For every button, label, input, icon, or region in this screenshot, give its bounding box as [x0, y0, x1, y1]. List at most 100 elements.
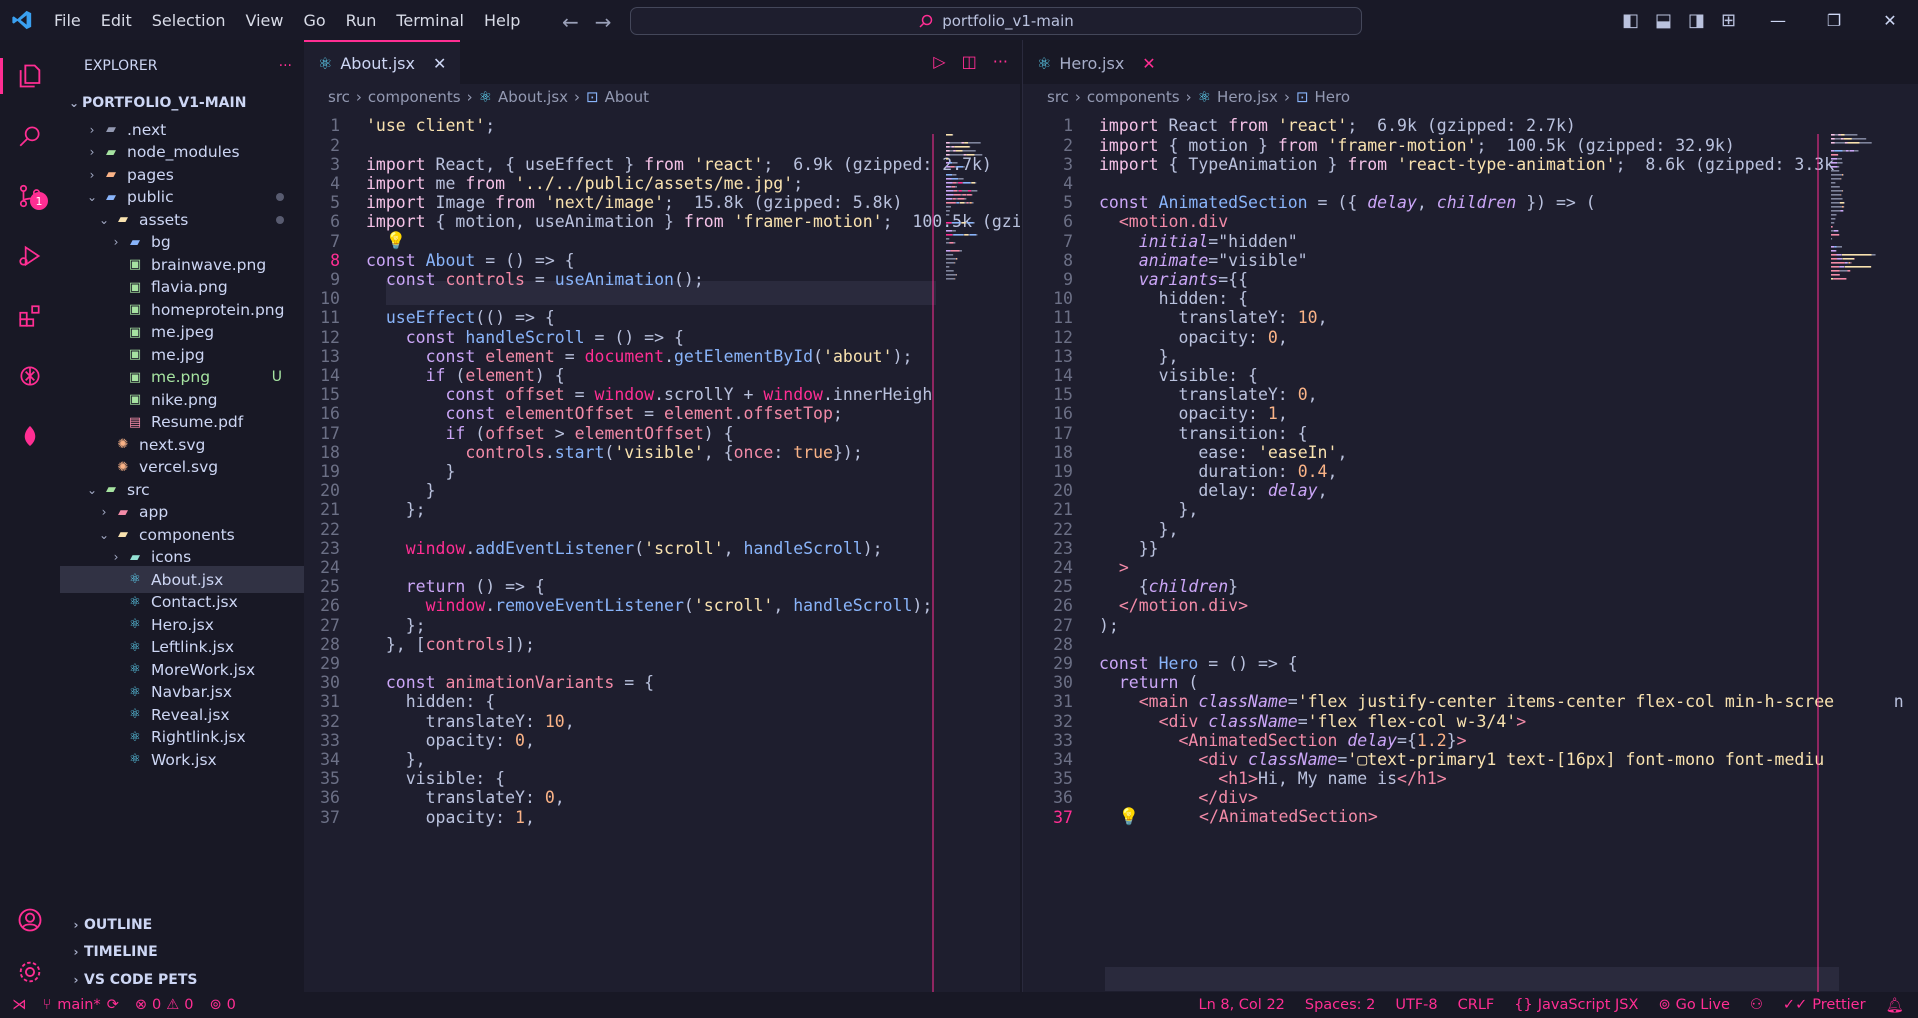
- line-endings[interactable]: CRLF: [1458, 997, 1495, 1014]
- editor-group-left: ⚛ About.jsx ✕ ▷ ◫ ··· src › components › ⚛ Ab…: [304, 40, 1020, 992]
- menu-file[interactable]: File: [44, 11, 91, 30]
- cursor-position[interactable]: Ln 8, Col 22: [1198, 997, 1284, 1014]
- ports-count: 0: [226, 997, 236, 1013]
- tree-label: flavia.png: [151, 278, 228, 296]
- menu-run[interactable]: Run: [336, 11, 387, 30]
- minimap-mark: [1839, 270, 1848, 272]
- minimap-mark: [1834, 246, 1837, 248]
- menu-selection[interactable]: Selection: [142, 11, 236, 30]
- tab-hero-jsx[interactable]: ⚛ Hero.jsx ✕: [1023, 40, 1170, 84]
- minimap-mark: [958, 178, 964, 180]
- minimap-mark: [968, 202, 970, 204]
- account-icon[interactable]: [12, 902, 48, 938]
- breadcrumb-item[interactable]: components: [368, 88, 461, 106]
- close-icon[interactable]: ✕: [1142, 54, 1155, 73]
- code-area-right[interactable]: 1 import React from 'react'; 6.9k (gzippe…: [1023, 110, 1918, 992]
- menu-help[interactable]: Help: [474, 11, 530, 30]
- minimap-mark: [962, 150, 976, 152]
- branch-item[interactable]: ⑂ main* ⟳: [43, 997, 119, 1013]
- breadcrumb-item[interactable]: Hero: [1315, 88, 1351, 106]
- code-token: </AnimatedSection>: [1139, 807, 1378, 827]
- breadcrumb-item[interactable]: components: [1087, 88, 1180, 106]
- minimize-icon[interactable]: —: [1750, 0, 1806, 40]
- code-area-left[interactable]: 1'use client'; 2 3 import React, { useEffec…: [304, 110, 1020, 992]
- forward-arrow-icon[interactable]: →: [595, 10, 612, 34]
- prettier[interactable]: ✓✓ Prettier: [1783, 997, 1866, 1014]
- ports-item[interactable]: ⊚ 0: [209, 997, 235, 1013]
- extensions-icon[interactable]: [12, 298, 48, 334]
- code-token: Hi, My name is: [1257, 769, 1398, 789]
- restore-icon[interactable]: ❐: [1806, 0, 1862, 40]
- breadcrumb-item[interactable]: About.jsx: [498, 88, 568, 106]
- code-token: ,: [773, 596, 794, 616]
- tree-label: public: [127, 188, 174, 206]
- go-live[interactable]: ⊚ Go Live: [1658, 997, 1729, 1014]
- explorer-icon[interactable]: [12, 58, 48, 94]
- code-token: controls: [445, 269, 525, 289]
- leaf-icon[interactable]: [12, 418, 48, 454]
- command-center[interactable]: portfolio_v1-main: [630, 7, 1362, 35]
- breadcrumb-item[interactable]: src: [1047, 88, 1069, 106]
- toggle-panel-icon[interactable]: ⬓: [1655, 10, 1672, 31]
- code-token: ,: [1307, 385, 1318, 405]
- bell-icon[interactable]: 🔔︎: [1886, 997, 1904, 1014]
- tree-file[interactable]: ⚛ Work.jsx: [60, 746, 304, 773]
- code-token: { motion, useAnimation }: [435, 212, 684, 232]
- breadcrumb-item[interactable]: src: [328, 88, 350, 106]
- minimap-left[interactable]: [944, 134, 1002, 314]
- menu-edit[interactable]: Edit: [91, 11, 142, 30]
- minimap-mark: [953, 194, 961, 196]
- menu-terminal[interactable]: Terminal: [386, 11, 474, 30]
- code-token: .: [544, 442, 555, 462]
- minimap-mark: [1840, 178, 1841, 180]
- minimap-mark: [946, 142, 950, 144]
- remote-icon[interactable]: ⋊: [12, 997, 27, 1013]
- run-icon[interactable]: ▷: [933, 52, 945, 71]
- vscode-pets-section[interactable]: › VS CODE PETS: [60, 966, 304, 993]
- code-token: { TypeAnimation }: [1168, 154, 1348, 174]
- code-token: ,: [723, 538, 744, 558]
- language-mode[interactable]: {} JavaScript JSX: [1514, 997, 1638, 1014]
- breadcrumb-item[interactable]: About: [605, 88, 649, 106]
- search-icon[interactable]: [12, 118, 48, 154]
- run-debug-icon[interactable]: [12, 238, 48, 274]
- toggle-secondary-sidebar-icon[interactable]: ◨: [1688, 10, 1705, 31]
- back-arrow-icon[interactable]: ←: [562, 10, 579, 34]
- minimap-mark: [952, 198, 956, 200]
- indentation[interactable]: Spaces: 2: [1305, 997, 1375, 1014]
- tree-label: vercel.svg: [139, 458, 219, 476]
- minimap-mark: [1833, 230, 1839, 232]
- breadcrumb-item[interactable]: Hero.jsx: [1217, 88, 1278, 106]
- encoding[interactable]: UTF-8: [1395, 997, 1437, 1014]
- outline-section[interactable]: › OUTLINE: [60, 911, 304, 938]
- minimap-mark: [1842, 206, 1844, 208]
- settings-gear-icon[interactable]: [12, 954, 48, 990]
- explorer-root-folder[interactable]: ⌄ PORTFOLIO_V1-MAIN: [60, 89, 304, 116]
- minimap-mark: [960, 222, 962, 224]
- problems-item[interactable]: ⊗ 0 ⚠ 0: [135, 997, 194, 1013]
- close-icon[interactable]: ✕: [433, 54, 446, 73]
- tree-label: Contact.jsx: [151, 593, 238, 611]
- feedback-icon[interactable]: ⚇: [1750, 997, 1763, 1014]
- toggle-sidebar-icon[interactable]: ◧: [1622, 10, 1639, 31]
- explorer-more-icon[interactable]: ···: [279, 58, 292, 74]
- minimap-mark: [951, 146, 955, 148]
- code-text: import { motion, useAnimation } from 'fr…: [366, 212, 1020, 231]
- minimap-mark: [954, 166, 957, 168]
- code-text: opacity: 1,: [366, 808, 535, 827]
- minimap-right[interactable]: [1829, 134, 1887, 314]
- minimap-mark: [946, 178, 952, 180]
- more-actions-icon[interactable]: ···: [993, 52, 1008, 71]
- menu-go[interactable]: Go: [293, 11, 335, 30]
- chevron-right-icon: ›: [466, 88, 473, 106]
- timeline-section[interactable]: › TIMELINE: [60, 938, 304, 965]
- minimap-mark: [963, 154, 967, 156]
- minimap-mark: [1848, 262, 1851, 264]
- code-token: handleScroll: [743, 538, 863, 558]
- openai-icon[interactable]: [12, 358, 48, 394]
- close-icon[interactable]: ✕: [1862, 0, 1918, 40]
- menu-view[interactable]: View: [236, 11, 294, 30]
- customize-layout-icon[interactable]: ⊞: [1721, 10, 1736, 31]
- tab-about-jsx[interactable]: ⚛ About.jsx ✕: [304, 40, 461, 84]
- split-editor-icon[interactable]: ◫: [962, 52, 977, 71]
